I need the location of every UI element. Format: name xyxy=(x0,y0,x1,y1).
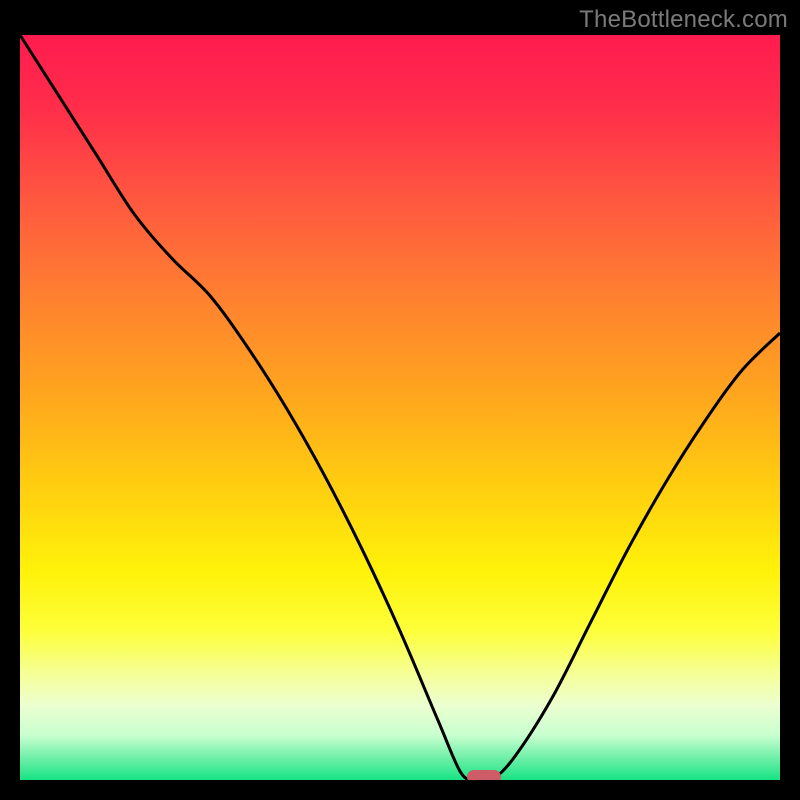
optimum-marker xyxy=(467,770,501,780)
plot-area xyxy=(20,35,780,780)
bottleneck-curve xyxy=(20,35,780,780)
curve-svg xyxy=(20,35,780,780)
watermark-text: TheBottleneck.com xyxy=(579,6,788,34)
chart-frame: TheBottleneck.com xyxy=(0,0,800,800)
